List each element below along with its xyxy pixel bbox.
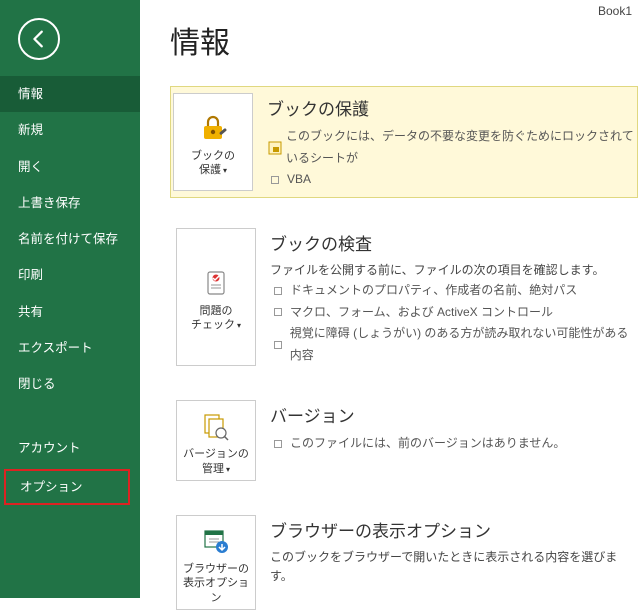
chevron-down-icon: ▾ xyxy=(237,321,241,330)
bullet-icon xyxy=(274,308,282,316)
check-issues-button[interactable]: 問題のチェック▾ xyxy=(176,228,256,367)
arrow-left-icon xyxy=(28,28,50,50)
section-heading: ブックの保護 xyxy=(267,95,637,120)
main-content: Book1 情報 ブックの保護▾ ブックの保護 このブックには、データの不要な変… xyxy=(140,0,638,598)
bullet-icon xyxy=(274,440,282,448)
nav-label: 新規 xyxy=(18,123,43,137)
nav-label: エクスポート xyxy=(18,341,93,355)
section-body: ブックの保護 このブックには、データの不要な変更を防ぐためにロックされているシー… xyxy=(267,93,637,191)
nav-label: アカウント xyxy=(18,441,81,455)
nav-label: 上書き保存 xyxy=(18,196,81,210)
tile-label: 問題のチェック▾ xyxy=(191,304,241,333)
bullet-text: マクロ、フォーム、および ActiveX コントロール xyxy=(290,302,553,324)
section-body: ブックの検査 ファイルを公開する前に、ファイルの次の項目を確認します。 ドキュメ… xyxy=(270,228,638,367)
nav-print[interactable]: 印刷 xyxy=(0,257,140,293)
sub-text: VBA xyxy=(287,169,311,191)
sub-text: このブックには、データの不要な変更を防ぐためにロックされているシートが xyxy=(286,126,637,169)
protect-sub-row: このブックには、データの不要な変更を防ぐためにロックされているシートが xyxy=(267,126,637,169)
versions-bullet-row: このファイルには、前のバージョンはありません。 xyxy=(270,433,638,455)
bullet-text: 視覚に障碍 (しょうがい) のある方が読み取れない可能性がある内容 xyxy=(290,323,638,366)
bullet-text: ドキュメントのプロパティ、作成者の名前、絶対パス xyxy=(290,280,577,302)
section-browser: ブラウザーの表示オプション ブラウザーの表示オプション このブックをブラウザーで… xyxy=(170,515,638,610)
nav-label: 印刷 xyxy=(18,268,43,282)
nav-info[interactable]: 情報 xyxy=(0,76,140,112)
bullet-icon xyxy=(274,287,282,295)
versions-icon xyxy=(201,409,231,443)
inspect-icon xyxy=(201,266,231,300)
nav-open[interactable]: 開く xyxy=(0,149,140,185)
nav-label: 閉じる xyxy=(18,377,56,391)
browser-view-icon xyxy=(201,524,231,558)
back-button[interactable] xyxy=(18,18,60,60)
protect-workbook-button[interactable]: ブックの保護▾ xyxy=(173,93,253,191)
inspect-bullet-row: ドキュメントのプロパティ、作成者の名前、絶対パス xyxy=(270,280,638,302)
section-heading: バージョン xyxy=(270,402,638,427)
tile-label: ブックの保護▾ xyxy=(191,149,235,178)
workbook-name: Book1 xyxy=(598,4,632,18)
nav-label: オプション xyxy=(20,480,83,494)
nav-export[interactable]: エクスポート xyxy=(0,330,140,366)
section-text: このブックをブラウザーで開いたときに表示される内容を選びます。 xyxy=(270,548,638,586)
chevron-down-icon: ▾ xyxy=(226,465,230,474)
nav-spacer xyxy=(0,402,140,430)
section-protect: ブックの保護▾ ブックの保護 このブックには、データの不要な変更を防ぐためにロッ… xyxy=(170,86,638,198)
section-versions: バージョンの管理▾ バージョン このファイルには、前のバージョンはありません。 xyxy=(170,400,638,481)
nav-label: 共有 xyxy=(18,305,43,319)
tile-label: ブラウザーの表示オプション xyxy=(181,562,251,605)
inspect-bullet-row: マクロ、フォーム、および ActiveX コントロール xyxy=(270,302,638,324)
section-body: ブラウザーの表示オプション このブックをブラウザーで開いたときに表示される内容を… xyxy=(270,515,638,610)
bullet-text: このファイルには、前のバージョンはありません。 xyxy=(290,433,565,455)
chevron-down-icon: ▾ xyxy=(223,166,227,175)
section-inspect: 問題のチェック▾ ブックの検査 ファイルを公開する前に、ファイルの次の項目を確認… xyxy=(170,228,638,367)
backstage-sidebar: 情報 新規 開く 上書き保存 名前を付けて保存 印刷 共有 エクスポート 閉じる… xyxy=(0,0,140,598)
section-intro: ファイルを公開する前に、ファイルの次の項目を確認します。 xyxy=(270,261,638,280)
nav-new[interactable]: 新規 xyxy=(0,112,140,148)
nav-share[interactable]: 共有 xyxy=(0,294,140,330)
nav-options[interactable]: オプション xyxy=(4,469,130,505)
protect-sub-row: VBA xyxy=(267,169,637,191)
nav-close[interactable]: 閉じる xyxy=(0,366,140,402)
nav-label: 情報 xyxy=(18,87,43,101)
nav-account[interactable]: アカウント xyxy=(0,430,140,466)
tile-label: バージョンの管理▾ xyxy=(183,447,249,476)
section-body: バージョン このファイルには、前のバージョンはありません。 xyxy=(270,400,638,481)
sheet-lock-icon xyxy=(267,141,282,155)
section-heading: ブラウザーの表示オプション xyxy=(270,517,638,542)
page-title: 情報 xyxy=(170,18,638,62)
section-heading: ブックの検査 xyxy=(270,230,638,255)
nav-save-as[interactable]: 名前を付けて保存 xyxy=(0,221,140,257)
bullet-icon xyxy=(271,176,279,184)
browser-view-options-button[interactable]: ブラウザーの表示オプション xyxy=(176,515,256,610)
nav-label: 開く xyxy=(18,160,43,174)
bullet-icon xyxy=(274,341,282,349)
lock-icon xyxy=(198,111,228,145)
manage-versions-button[interactable]: バージョンの管理▾ xyxy=(176,400,256,481)
nav-label: 名前を付けて保存 xyxy=(18,232,118,246)
inspect-bullet-row: 視覚に障碍 (しょうがい) のある方が読み取れない可能性がある内容 xyxy=(270,323,638,366)
nav-save[interactable]: 上書き保存 xyxy=(0,185,140,221)
